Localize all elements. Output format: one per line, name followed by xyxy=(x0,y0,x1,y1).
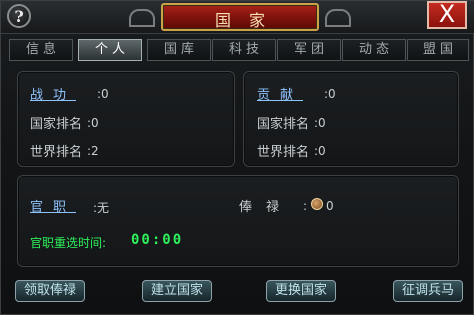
tab-activity[interactable]: 动态 xyxy=(342,39,406,61)
contribution-value: :0 xyxy=(324,87,336,101)
title-bar: ? 国家 X xyxy=(1,1,474,34)
tab-technology[interactable]: 科技 xyxy=(212,39,276,61)
country-rank-value: :0 xyxy=(87,116,99,130)
office-panel xyxy=(17,175,459,267)
country-rank-label: 国家排名 xyxy=(30,117,83,132)
world-rank-label-right: 世界排名 xyxy=(257,145,310,160)
establish-country-button[interactable]: 建立国家 xyxy=(142,280,212,302)
right-ornament xyxy=(325,9,351,27)
coin-icon xyxy=(311,198,323,210)
tab-personal[interactable]: 个人 xyxy=(78,39,142,61)
contribution-label[interactable]: 贡献 xyxy=(257,84,303,103)
close-button[interactable]: X xyxy=(427,1,467,29)
merit-value: :0 xyxy=(97,87,109,101)
country-rank-value-right: :0 xyxy=(314,116,326,130)
reselect-label: 官职重选时间: xyxy=(30,236,107,250)
tab-legion[interactable]: 军团 xyxy=(277,39,341,61)
salary-amount: 0 xyxy=(326,199,334,213)
world-rank-label: 世界排名 xyxy=(30,145,83,160)
tab-treasury[interactable]: 国库 xyxy=(147,39,211,61)
title-plate: 国家 xyxy=(161,3,319,31)
claim-salary-button[interactable]: 领取俸禄 xyxy=(15,280,85,302)
country-rank-label-right: 国家排名 xyxy=(257,117,310,132)
tab-bar: 信息 个人 国库 科技 军团 动态 盟国 xyxy=(9,39,469,63)
window-title: 国家 xyxy=(214,11,283,30)
world-rank-value-right: :0 xyxy=(314,144,326,158)
world-rank-value: :2 xyxy=(87,144,99,158)
office-value: :无 xyxy=(93,201,110,215)
help-icon[interactable]: ? xyxy=(7,4,31,28)
merit-label[interactable]: 战功 xyxy=(30,84,76,103)
country-window: ? 国家 X 信息 个人 国库 科技 军团 动态 盟国 战功 :0 国家排名 :… xyxy=(0,0,474,315)
recruit-soldiers-button[interactable]: 征调兵马 xyxy=(393,280,463,302)
change-country-button[interactable]: 更换国家 xyxy=(266,280,336,302)
salary-label: 俸禄 xyxy=(239,200,294,215)
reselect-timer: 00:00 xyxy=(131,232,184,248)
salary-colon: : xyxy=(303,199,308,213)
tab-allies[interactable]: 盟国 xyxy=(407,39,469,61)
left-ornament xyxy=(129,9,155,27)
tab-info[interactable]: 信息 xyxy=(9,39,73,61)
office-label[interactable]: 官职 xyxy=(30,196,76,215)
